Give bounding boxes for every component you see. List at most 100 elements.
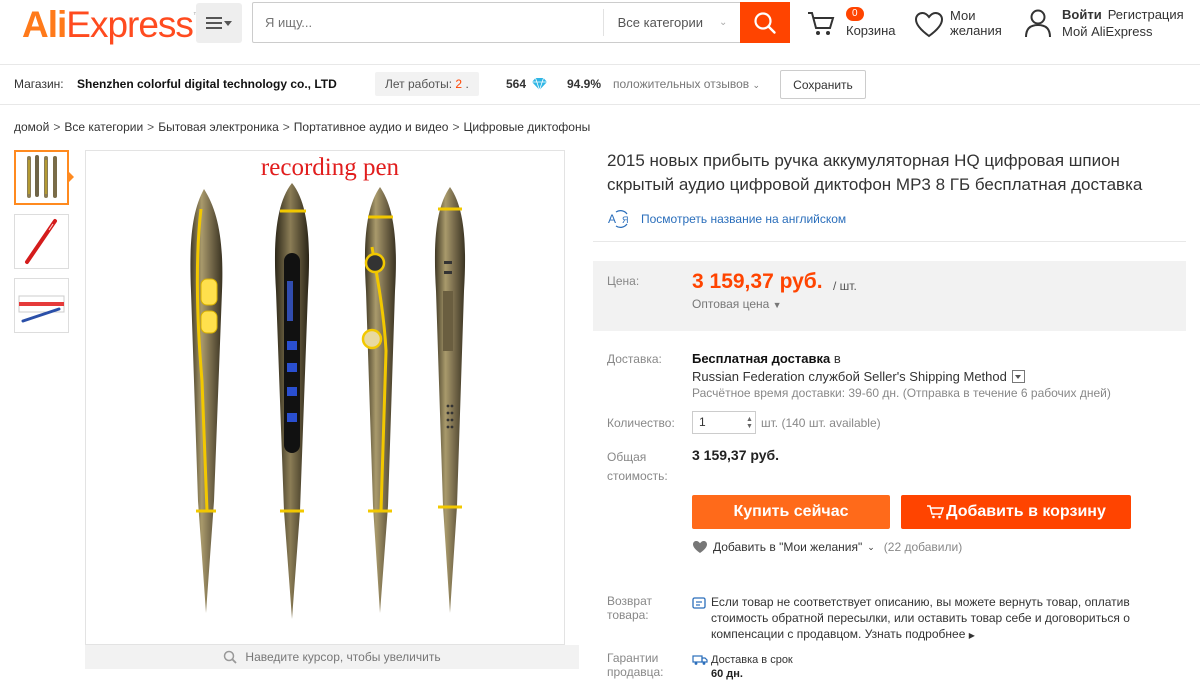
on-time-delivery-text: Доставка в срок	[711, 654, 793, 666]
store-years-label: Лет работы:	[385, 77, 453, 91]
search-input[interactable]	[253, 3, 603, 42]
feedback-text: положительных отзывов	[613, 77, 750, 91]
search-button[interactable]	[740, 2, 790, 43]
quantity-availability: шт. (140 шт. available)	[761, 416, 881, 430]
cart-label: Корзина	[846, 23, 896, 38]
wishlist-link[interactable]: Мои желания	[914, 7, 1014, 43]
feedback-dropdown[interactable]: положительных отзывов ⌄	[613, 77, 760, 91]
logo-part2: Express	[66, 4, 194, 45]
login-link[interactable]: Войти	[1062, 7, 1102, 22]
thumbnail-pen-box[interactable]	[14, 278, 69, 333]
total-cost: 3 159,37 руб.	[692, 447, 780, 463]
hamburger-icon	[206, 17, 222, 29]
svg-text:Я: Я	[622, 215, 629, 225]
translate-title-link[interactable]: A Я Посмотреть название на английском	[607, 210, 846, 228]
cart-link[interactable]: 0 Корзина	[806, 7, 906, 43]
image-caption: recording pen	[261, 154, 400, 181]
translate-link-text: Посмотреть название на английском	[641, 212, 847, 226]
chevron-down-icon: ⌄	[719, 17, 728, 28]
price-box: Цена: 3 159,37 руб. / шт. Оптовая цена ▼	[593, 261, 1186, 331]
quantity-label: Количество:	[607, 416, 675, 430]
svg-text:A: A	[608, 212, 616, 226]
add-to-cart-button[interactable]: Добавить в корзину	[901, 495, 1131, 529]
shipping-method-select[interactable]: Russian Federation службой Seller's Ship…	[692, 369, 1025, 384]
store-years-value: 2	[455, 77, 463, 91]
breadcrumb-separator: >	[282, 120, 290, 134]
wishlist-label: Мои желания	[950, 8, 1002, 38]
thumbnail-pens-gold[interactable]	[14, 150, 69, 205]
wholesale-price-dropdown[interactable]: Оптовая цена ▼	[692, 297, 782, 311]
caret-right-icon: ▶	[968, 631, 975, 640]
quantity-value: 1	[699, 415, 706, 429]
free-shipping-text: Бесплатная доставка	[692, 351, 831, 366]
wishlist-add-text: Добавить в "Мои желания"	[713, 540, 863, 554]
shipping-title: Бесплатная доставка в	[692, 351, 841, 366]
store-name-link[interactable]: Shenzhen colorful digital technology co.…	[77, 77, 337, 91]
register-link[interactable]: Регистрация	[1108, 7, 1184, 22]
my-aliexpress-link[interactable]: Мой AliExpress	[1062, 24, 1153, 39]
account-menu[interactable]: Войти Регистрация Мой AliExpress	[1022, 6, 1200, 42]
feedback-percent: 94.9%	[567, 77, 602, 91]
dropdown-toggle-icon[interactable]	[1011, 370, 1025, 383]
thumbnail-pen-red[interactable]	[14, 214, 69, 269]
learn-more-link[interactable]: Узнать подробнее ▶	[865, 627, 975, 641]
category-select[interactable]: Все категории ⌄	[603, 9, 741, 36]
main-product-image[interactable]: recording pen	[85, 150, 565, 645]
return-policy-text: Если товар не соответствует описанию, вы…	[711, 594, 1151, 644]
wholesale-label: Оптовая цена	[692, 297, 770, 311]
total-cost-label: Общая стоимость:	[607, 450, 668, 483]
price-label: Цена:	[607, 274, 640, 288]
thumbnail-list	[14, 150, 72, 342]
shipping-method-text: Russian Federation службой Seller's Ship…	[692, 369, 1007, 384]
buy-now-button[interactable]: Купить сейчас	[692, 495, 890, 529]
category-select-value: Все категории	[617, 15, 704, 30]
zoom-hint-text: Наведите курсор, чтобы увеличить	[245, 650, 441, 664]
cart-count-badge: 0	[846, 7, 864, 21]
return-label: Возврат товара:	[607, 594, 652, 622]
learn-more-text: Узнать подробнее	[864, 627, 966, 641]
thumbnail-selected-arrow	[69, 172, 74, 182]
store-years-badge: Лет работы: 2 .	[375, 72, 479, 96]
cart-icon	[808, 12, 835, 35]
user-icon	[1025, 9, 1051, 38]
translate-icon: A Я	[608, 210, 629, 228]
breadcrumb-electronics[interactable]: Бытовая электроника	[158, 120, 279, 134]
breadcrumb-separator: >	[452, 120, 460, 134]
store-bar: Магазин: Shenzhen colorful digital techn…	[0, 64, 1200, 105]
search-icon	[754, 11, 776, 34]
breadcrumb-all-categories[interactable]: Все категории	[64, 120, 143, 134]
diamond-icon[interactable]	[531, 77, 548, 91]
quantity-input[interactable]: 1 ▲ ▼	[692, 411, 756, 434]
store-score: 564	[506, 77, 527, 91]
store-years-suffix: .	[465, 77, 469, 91]
zoom-hint: Наведите курсор, чтобы увеличить	[85, 645, 579, 669]
add-to-cart-label: Добавить в корзину	[946, 503, 1106, 520]
search-bar: Все категории ⌄	[252, 2, 790, 43]
shipping-time: Расчётное время доставки: 39-60 дн. (Отп…	[692, 386, 1111, 400]
breadcrumb-home[interactable]: домой	[14, 120, 49, 134]
recording-pens-image: recording pen	[190, 154, 466, 619]
quantity-spinner[interactable]: ▲ ▼	[746, 416, 753, 430]
heart-icon	[693, 541, 707, 553]
seller-guarantee-label: Гарантии продавца:	[607, 651, 664, 679]
aliexpress-logo[interactable]: AliExpress™	[22, 4, 200, 46]
breadcrumb-separator: >	[147, 120, 155, 134]
categories-menu-button[interactable]	[196, 3, 242, 43]
add-to-wishlist[interactable]: Добавить в "Мои желания" ⌄ (22 добавили)	[692, 540, 962, 554]
magnifier-icon	[224, 650, 238, 664]
breadcrumb-portable-audio[interactable]: Портативное аудио и видео	[294, 120, 449, 134]
store-label: Магазин:	[14, 77, 64, 91]
product-title: 2015 новых прибыть ручка аккумуляторная …	[607, 151, 1143, 194]
save-store-button[interactable]: Сохранить	[780, 70, 866, 99]
breadcrumb-separator: >	[53, 120, 61, 134]
cart-plus-icon	[927, 505, 945, 519]
heart-icon	[914, 11, 944, 38]
breadcrumb-voice-recorders[interactable]: Цифровые диктофоны	[463, 120, 590, 134]
divider	[593, 241, 1186, 242]
header: AliExpress™ Все категории ⌄ 0 Корзина Мо…	[0, 0, 1200, 64]
caret-down-icon: ▼	[772, 300, 782, 310]
pens-gold-thumbnail	[27, 155, 57, 198]
on-time-delivery-days: 60 дн.	[711, 668, 743, 680]
pen-red-thumbnail	[25, 219, 57, 264]
return-policy-icon	[692, 597, 706, 609]
